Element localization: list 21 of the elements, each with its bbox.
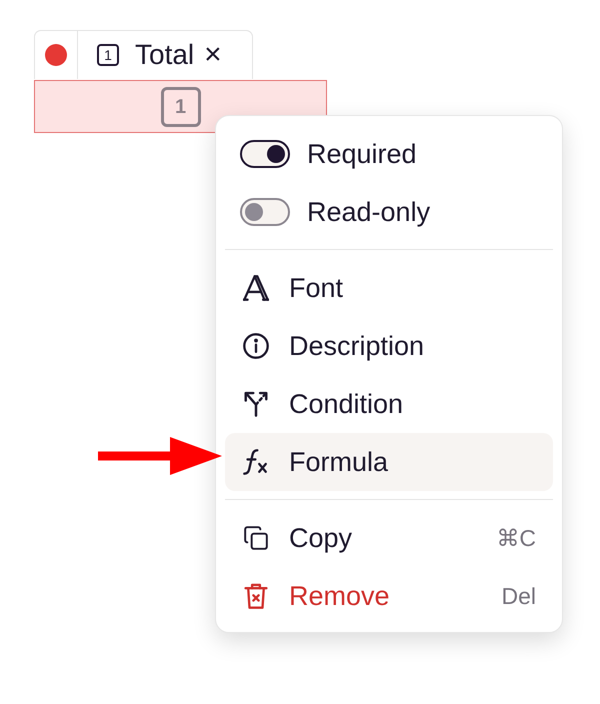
shortcut-hint: Del	[501, 582, 536, 611]
menu-item[interactable]: Formula	[225, 433, 553, 491]
toggle-switch[interactable]	[240, 140, 290, 168]
menu-item[interactable]: Description	[225, 317, 553, 375]
menu-item[interactable]: Font	[225, 259, 553, 317]
number-badge: 1	[160, 86, 200, 126]
menu-item[interactable]: Condition	[225, 375, 553, 433]
trash-icon	[243, 583, 269, 609]
split-arrows-icon	[243, 391, 269, 417]
info-icon	[243, 333, 269, 359]
menu-item[interactable]: Remove Del	[225, 567, 553, 625]
toggle-item[interactable]: Read-only	[225, 183, 553, 241]
shortcut-hint: ⌘C	[496, 524, 536, 553]
copy-icon	[243, 525, 269, 551]
toggle-switch[interactable]	[240, 198, 290, 226]
number-badge: 1	[97, 44, 119, 66]
field-label: Total	[135, 41, 194, 69]
function-icon	[243, 449, 269, 475]
menu-item[interactable]: Copy ⌘C	[225, 509, 553, 567]
close-button[interactable]: ×	[204, 40, 222, 70]
font-icon	[243, 275, 269, 301]
